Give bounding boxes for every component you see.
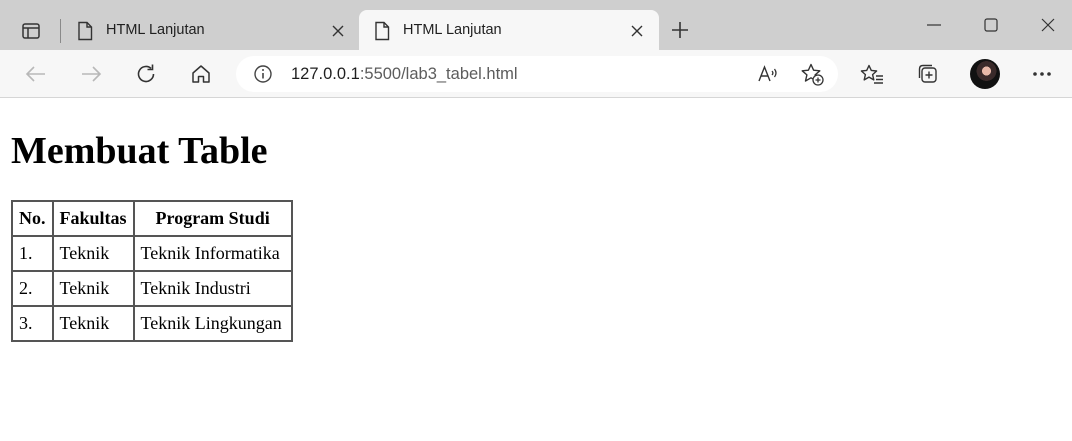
table-cell: Teknik [52,306,134,341]
more-icon [1033,72,1051,76]
more-button[interactable] [1028,60,1056,88]
browser-window: HTML Lanjutan HTML Lanjutan 127.0.0.1:55… [0,0,1072,441]
star-add-icon [801,63,824,86]
page-icon [375,21,390,41]
maximize-icon [984,18,998,32]
tab-close-button[interactable] [328,21,348,41]
tab-inactive[interactable]: HTML Lanjutan [62,10,358,50]
table-cell: 3. [12,306,53,341]
close-icon [631,25,643,37]
favorites-icon [860,64,883,84]
collections-button[interactable] [914,60,942,88]
table-header-row: No. Fakultas Program Studi [12,201,292,236]
back-button[interactable] [22,60,50,88]
profile-avatar[interactable] [970,59,1000,89]
back-arrow-icon [25,66,45,82]
favorites-button[interactable] [858,60,886,88]
read-aloud-button[interactable] [756,62,780,86]
page-icon [78,21,93,41]
table-row: 1. Teknik Teknik Informatika [12,236,292,271]
close-icon [332,25,344,37]
tab-close-button[interactable] [627,21,647,41]
tab-actions-icon [22,23,40,39]
url-path: :5500/lab3_tabel.html [359,65,518,83]
table-cell: 2. [12,271,53,306]
table-cell: Teknik Lingkungan [133,306,292,341]
tab-title: HTML Lanjutan [403,22,502,38]
maximize-button[interactable] [971,10,1011,40]
url-host: 127.0.0.1 [291,65,360,83]
refresh-icon [137,64,155,83]
column-header: Program Studi [133,201,292,236]
tab-active[interactable]: HTML Lanjutan [359,10,659,50]
plus-icon [672,22,688,38]
close-icon [1041,18,1055,32]
table-cell: Teknik Informatika [133,236,292,271]
minimize-icon [927,24,941,26]
table-row: 2. Teknik Teknik Industri [12,271,292,306]
navigation-toolbar: 127.0.0.1:5500/lab3_tabel.html [0,50,1072,98]
table-cell: Teknik [52,236,134,271]
address-bar[interactable]: 127.0.0.1:5500/lab3_tabel.html [236,56,838,92]
refresh-button[interactable] [132,60,160,88]
page-title: Membuat Table [11,130,268,172]
info-icon[interactable] [253,64,273,84]
tab-separator [60,19,61,43]
forward-button[interactable] [77,60,105,88]
table-cell: Teknik [52,271,134,306]
window-close-button[interactable] [1028,10,1068,40]
table-cell: 1. [12,236,53,271]
tab-strip: HTML Lanjutan HTML Lanjutan [0,0,1072,50]
add-favorite-button[interactable] [800,62,824,86]
collections-icon [918,64,937,83]
home-icon [192,65,210,83]
read-aloud-icon [758,65,777,82]
url-text[interactable]: 127.0.0.1:5500/lab3_tabel.html [291,64,518,84]
tab-title: HTML Lanjutan [106,22,205,38]
forward-arrow-icon [82,66,102,82]
minimize-button[interactable] [914,10,954,40]
page-viewport: Membuat Table No. Fakultas Program Studi… [0,99,1072,441]
new-tab-button[interactable] [668,18,692,42]
data-table: No. Fakultas Program Studi 1. Teknik Tek… [11,200,293,342]
column-header: No. [12,201,53,236]
tab-actions-button[interactable] [18,19,44,43]
table-row: 3. Teknik Teknik Lingkungan [12,306,292,341]
home-button[interactable] [187,60,215,88]
column-header: Fakultas [52,201,134,236]
table-cell: Teknik Industri [133,271,292,306]
